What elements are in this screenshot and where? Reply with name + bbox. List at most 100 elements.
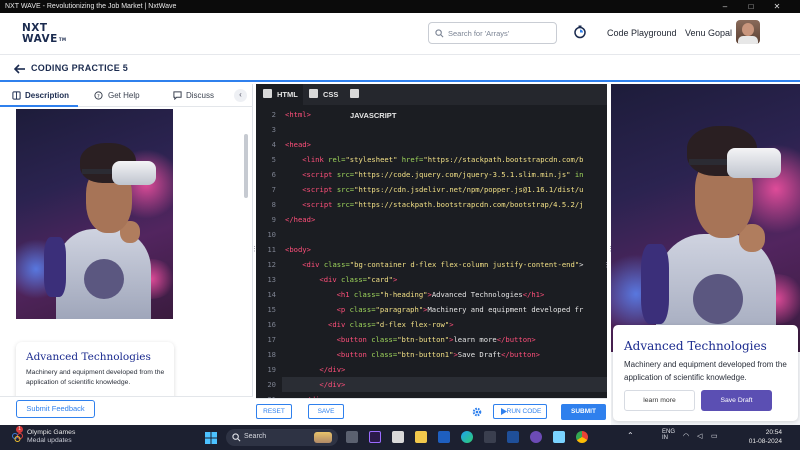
line-number: 16 — [267, 320, 276, 329]
run-code-button[interactable]: RUN CODE — [493, 404, 547, 419]
code-line[interactable]: 19 </div> — [256, 362, 607, 377]
collapse-panel-button[interactable]: ‹ — [234, 89, 247, 102]
back-arrow-icon[interactable] — [14, 63, 26, 75]
nxtwave-logo[interactable]: NXT WAVETM — [22, 22, 66, 48]
code-text: <body> — [285, 245, 311, 254]
teams-icon[interactable] — [530, 431, 542, 443]
code-text: </div> — [319, 380, 346, 389]
line-number: 12 — [267, 260, 276, 269]
book-icon — [12, 91, 21, 100]
tab-description[interactable]: Description — [0, 84, 78, 107]
maximize-button[interactable]: □ — [740, 0, 762, 13]
taskbar-search-icon — [232, 433, 241, 442]
tray-chevron-icon[interactable]: ⌃ — [627, 431, 634, 440]
code-line[interactable]: 14 <h1 class="h-heading">Advanced Technol… — [256, 287, 607, 302]
code-text: <div class="d-flex flex-row"> — [328, 320, 454, 329]
practice-header: CODING PRACTICE 5 — [0, 56, 800, 82]
js-icon — [350, 89, 359, 98]
scrollbar[interactable] — [244, 134, 248, 198]
window-title: NXT WAVE - Revolutionizing the Job Marke… — [5, 3, 177, 10]
code-line[interactable]: 6 <script src="https://code.jquery.com/jq… — [256, 167, 607, 182]
left-splitter-handle[interactable]: ⋮ — [251, 246, 258, 260]
user-name[interactable]: Venu Gopal — [685, 28, 732, 38]
line-number: 18 — [267, 350, 276, 359]
line-number: 14 — [267, 290, 276, 299]
news-badge: 1 — [16, 426, 23, 433]
output-preview: Advanced Technologies Machinery and equi… — [611, 84, 800, 425]
line-number: 11 — [267, 245, 276, 254]
editor-splitter-handle[interactable]: ⋮ — [603, 262, 610, 284]
app2-icon[interactable] — [553, 431, 565, 443]
tab-css[interactable]: CSS — [304, 84, 342, 105]
word-icon[interactable] — [438, 431, 450, 443]
volume-icon[interactable]: ◁ — [697, 432, 702, 440]
code-line[interactable]: 2 <html> — [256, 107, 607, 122]
timer-icon[interactable] — [573, 25, 587, 39]
submit-feedback-button[interactable]: Submit Feedback — [16, 400, 95, 418]
svg-text:?: ? — [97, 94, 100, 100]
taskbar-search[interactable]: Search — [226, 429, 338, 446]
wifi-icon[interactable]: ◠ — [683, 432, 689, 440]
tab-html[interactable]: HTML — [256, 84, 303, 105]
battery-icon[interactable]: ▭ — [711, 432, 718, 440]
minimize-button[interactable]: – — [714, 0, 736, 13]
windows-taskbar: 1 Olympic Games Medal updates Search ⌃ E… — [0, 425, 800, 450]
code-line[interactable]: 13 <div class="card"> — [256, 272, 607, 287]
code-line[interactable]: 4 <head> — [256, 137, 607, 152]
code-line[interactable]: 10 — [256, 227, 607, 242]
clock-time[interactable]: 20:54 — [742, 429, 782, 436]
vr-headset-image — [16, 109, 173, 319]
output-card-heading: Advanced Technologies — [624, 339, 767, 353]
code-line[interactable]: 9 </head> — [256, 212, 607, 227]
play-icon — [501, 408, 507, 415]
settings-gear-icon[interactable] — [472, 407, 482, 417]
code-line[interactable]: 5 <link rel="stylesheet" href="https://st… — [256, 152, 607, 167]
top-navigation: NXT WAVETM Search for 'Arrays' Code Play… — [0, 13, 800, 55]
premiere-icon[interactable] — [369, 431, 381, 443]
save-button[interactable]: SAVE — [308, 404, 344, 419]
clock-date[interactable]: 01-08-2024 — [732, 438, 782, 445]
file-explorer-icon[interactable] — [415, 431, 427, 443]
line-number: 6 — [271, 170, 276, 179]
line-number: 4 — [271, 140, 276, 149]
output-learn-more-button[interactable]: learn more — [624, 390, 695, 411]
windows-start-icon[interactable] — [205, 432, 217, 444]
code-line[interactable]: 7 <script src="https://cdn.jsdelivr.net/n… — [256, 182, 607, 197]
output-save-draft-button[interactable]: Save Draft — [701, 390, 772, 411]
code-line[interactable]: 11 <body> — [256, 242, 607, 257]
code-line[interactable]: 15 <p class="paragraph">Machinery and equ… — [256, 302, 607, 317]
edge-icon[interactable] — [461, 431, 473, 443]
code-line[interactable]: 8 <script src="https://stackpath.bootstra… — [256, 197, 607, 212]
code-line[interactable]: 3 — [256, 122, 607, 137]
code-text: </div> — [319, 365, 346, 374]
line-number: 19 — [267, 365, 276, 374]
store-icon[interactable] — [484, 431, 496, 443]
vscode-icon[interactable] — [507, 431, 519, 443]
task-view-icon[interactable] — [346, 431, 358, 443]
code-text: <head> — [285, 140, 311, 149]
code-text: <html> — [285, 110, 311, 119]
close-window-button[interactable]: ✕ — [766, 0, 788, 13]
app-icon[interactable] — [392, 431, 404, 443]
code-text: <button class="btn-button">learn more</b… — [336, 335, 536, 344]
code-line[interactable]: 12 <div class="bg-container d-flex flex-c… — [256, 257, 607, 272]
problem-panel: Description ? Get Help Discuss ‹ Advance… — [0, 84, 253, 425]
tab-get-help[interactable]: ? Get Help — [94, 84, 164, 107]
code-playground-link[interactable]: Code Playground — [607, 28, 677, 38]
reset-button[interactable]: RESET — [256, 404, 292, 419]
code-editor[interactable]: HTML CSS JAVASCRIPT 2 <html> 3 4 <head> 5 <lin… — [256, 84, 610, 398]
tab-discuss[interactable]: Discuss — [173, 84, 228, 107]
code-line[interactable]: 17 <button class="btn-button">learn more<… — [256, 332, 607, 347]
code-line[interactable]: 18 <button class="btn-button1">Save Draft… — [256, 347, 607, 362]
olympic-rings-icon — [12, 433, 23, 442]
search-input[interactable]: Search for 'Arrays' — [428, 22, 557, 44]
code-area[interactable]: 2 <html> 3 4 <head> 5 <link rel="stylesheet" h… — [256, 105, 607, 398]
submit-button[interactable]: SUBMIT — [561, 404, 606, 420]
chrome-icon[interactable] — [576, 431, 588, 443]
code-line[interactable]: 20 </div> — [256, 377, 607, 392]
language-indicator[interactable]: ENG IN — [662, 429, 675, 441]
line-number: 20 — [267, 380, 276, 389]
code-line[interactable]: 16 <div class="d-flex flex-row"> — [256, 317, 607, 332]
avatar[interactable] — [736, 20, 760, 44]
tab-javascript[interactable]: JAVASCRIPT — [346, 84, 408, 120]
